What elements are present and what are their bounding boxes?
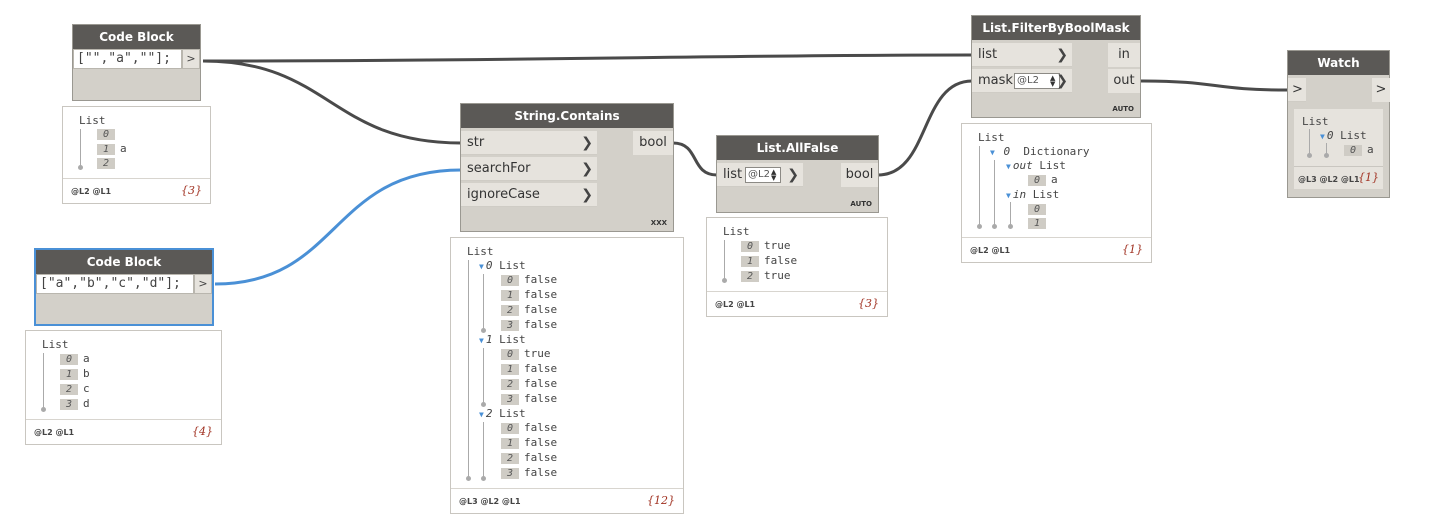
lacing-indicator[interactable]: XXX: [651, 219, 667, 227]
chevron-right-icon: ❯: [787, 167, 799, 183]
wire-allfalse-to-mask[interactable]: [877, 79, 973, 177]
code-block-node-1[interactable]: Code Block ["","a",""]; >: [72, 24, 201, 101]
spinner-icon[interactable]: ▲ ▼: [771, 169, 779, 182]
wire-codeblock1-to-str[interactable]: [202, 59, 462, 145]
lacing-indicator[interactable]: AUTO: [850, 200, 872, 208]
input-port[interactable]: >: [1288, 78, 1306, 102]
input-port-str[interactable]: str ❯: [461, 131, 597, 155]
node-title: Code Block: [73, 25, 200, 49]
collapse-triangle-icon[interactable]: ▼: [1006, 191, 1011, 200]
string-contains-node[interactable]: String.Contains str ❯ searchFor ❯ ignoreCa…: [460, 103, 674, 232]
watch-display: List ▼ 0 List 0a @L3 @L2 @L1 {1}: [1294, 109, 1383, 189]
level-indicator: @L3 @L2 @L1: [1298, 175, 1360, 184]
item-count: {3}: [181, 184, 202, 197]
node-title: Watch: [1288, 51, 1389, 75]
preview-bubble-1: List 0 1a 2 @L2 @L1 {3}: [62, 106, 211, 204]
node-title: Code Block: [36, 250, 212, 274]
output-port-in[interactable]: in: [1108, 43, 1140, 67]
level-selector[interactable]: @L2 ▲ ▼: [1014, 73, 1060, 89]
input-port-mask[interactable]: mask @L2 ▲ ▼ ❯: [972, 69, 1072, 93]
wire-contains-to-allfalse[interactable]: [672, 141, 718, 177]
chevron-right-icon: ❯: [1056, 73, 1068, 89]
output-port[interactable]: >: [182, 49, 200, 69]
output-port[interactable]: >: [194, 274, 212, 294]
collapse-triangle-icon[interactable]: ▼: [990, 148, 995, 157]
collapse-triangle-icon[interactable]: ▼: [1320, 132, 1325, 141]
node-title: List.FilterByBoolMask: [972, 16, 1140, 40]
input-port-list[interactable]: list ❯: [972, 43, 1072, 67]
chevron-right-icon: ❯: [1056, 47, 1068, 63]
lacing-indicator[interactable]: AUTO: [1112, 105, 1134, 113]
node-title: String.Contains: [461, 104, 673, 128]
collapse-triangle-icon[interactable]: ▼: [479, 336, 484, 345]
chevron-right-icon: ❯: [581, 187, 593, 203]
input-port-ignorecase[interactable]: ignoreCase ❯: [461, 183, 597, 207]
level-indicator: @L2 @L1: [71, 187, 112, 196]
code-input[interactable]: ["","a",""];: [73, 49, 182, 69]
preview-bubble-3: List ▼ 0 List 0 false 1 false 2 false 3 false…: [450, 237, 684, 514]
preview-bubble-2: List 0a 1b 2c 3d @L2 @L1 {4}: [25, 330, 222, 445]
watch-node[interactable]: Watch > > List ▼ 0 List 0a @L3 @L2 @L1 {1…: [1287, 50, 1390, 198]
collapse-triangle-icon[interactable]: ▼: [479, 262, 484, 271]
code-input[interactable]: ["a","b","c","d"];: [36, 274, 194, 294]
preview-root: List: [79, 114, 106, 127]
wire-filter-out-to-watch[interactable]: [1139, 79, 1289, 92]
wire-codeblock2-to-searchfor[interactable]: [214, 168, 462, 286]
preview-bubble-4: List 0 true 1 false 2 true @L2 @L1 {3}: [706, 217, 888, 317]
collapse-triangle-icon[interactable]: ▼: [479, 410, 484, 419]
output-port-out[interactable]: out: [1108, 69, 1140, 93]
output-port-bool[interactable]: bool: [841, 163, 878, 187]
input-port-list[interactable]: list @L2 ▲ ▼ ❯: [717, 163, 803, 187]
chevron-right-icon: ❯: [581, 161, 593, 177]
node-title: List.AllFalse: [717, 136, 878, 160]
collapse-triangle-icon[interactable]: ▼: [1006, 162, 1011, 171]
input-port-searchfor[interactable]: searchFor ❯: [461, 157, 597, 181]
list-allfalse-node[interactable]: List.AllFalse list @L2 ▲ ▼ ❯ bool AUTO: [716, 135, 879, 213]
wire-codeblock1-to-filter-list[interactable]: [202, 53, 973, 63]
item-count: {1}: [1358, 171, 1379, 184]
code-block-node-2[interactable]: Code Block ["a","b","c","d"]; >: [34, 248, 214, 326]
level-selector[interactable]: @L2 ▲ ▼: [745, 167, 781, 183]
output-port[interactable]: >: [1372, 78, 1390, 102]
filter-by-bool-mask-node[interactable]: List.FilterByBoolMask list ❯ mask @L2 ▲ ▼ ❯…: [971, 15, 1141, 118]
output-port-bool[interactable]: bool: [633, 131, 673, 155]
preview-bubble-5: List ▼ 0 Dictionary ▼ out List 0a ▼ in Lis…: [961, 123, 1152, 263]
chevron-right-icon: ❯: [581, 135, 593, 151]
